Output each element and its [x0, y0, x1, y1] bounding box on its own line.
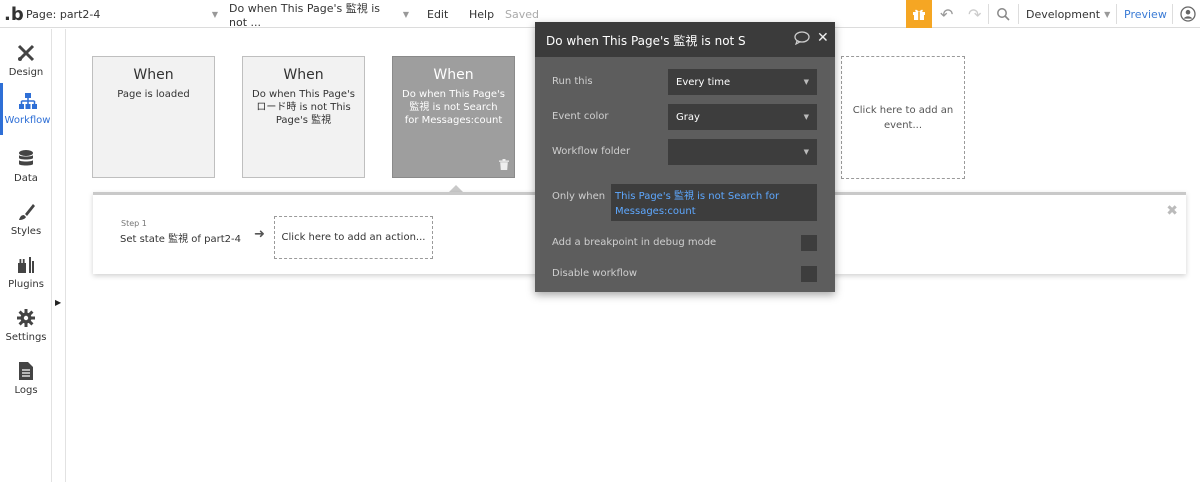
add-event-button[interactable]: Click here to add an event... — [841, 56, 965, 179]
step-title[interactable]: Set state 監視 of part2-4 — [120, 230, 241, 245]
event-when-label: When — [133, 67, 174, 83]
run-this-dropdown[interactable]: Every time ▼ — [668, 69, 817, 95]
event-when-label: When — [283, 67, 324, 83]
sidebar-item-label: Workflow — [4, 115, 51, 126]
divider — [1172, 4, 1173, 24]
property-editor-title: Do when This Page's 監視 is not Search for… — [546, 34, 746, 48]
chevron-down-icon: ▼ — [803, 113, 809, 121]
chevron-down-icon: ▼ — [1104, 9, 1111, 19]
sidebar-item-settings[interactable]: Settings — [0, 300, 52, 352]
add-action-button[interactable]: Click here to add an action... — [274, 216, 433, 259]
sidebar-item-label: Data — [14, 173, 38, 184]
bubble-logo[interactable]: .b — [4, 0, 24, 28]
arrow-right-icon: ➜ — [254, 227, 265, 242]
sidebar: Design Workflow Data Styles Plugins Sett… — [0, 29, 52, 482]
sidebar-item-design[interactable]: Design — [0, 35, 52, 87]
gear-icon — [0, 308, 52, 332]
workflow-folder-label: Workflow folder — [552, 146, 631, 157]
sidebar-item-label: Logs — [14, 385, 38, 396]
event-color-label: Event color — [552, 111, 609, 122]
divider — [1018, 4, 1019, 24]
sidebar-item-logs[interactable]: Logs — [0, 353, 52, 405]
sidebar-item-label: Settings — [5, 332, 47, 343]
menu-edit[interactable]: Edit — [427, 0, 448, 28]
sidebar-item-plugins[interactable]: Plugins — [0, 247, 52, 299]
save-status: Saved — [505, 7, 539, 21]
sidebar-item-label: Design — [8, 67, 44, 78]
chevron-down-icon: ▼ — [211, 9, 218, 19]
comment-icon[interactable] — [794, 31, 810, 49]
redo-icon[interactable]: ↷ — [968, 0, 981, 28]
only-when-label: Only when — [552, 191, 606, 202]
property-editor-header[interactable]: Do when This Page's 監視 is not Search for… — [535, 22, 835, 57]
undo-icon[interactable]: ↶ — [940, 0, 953, 28]
workflow-folder-dropdown[interactable]: ▼ — [668, 139, 817, 165]
trash-icon[interactable] — [499, 159, 509, 173]
workflow-selector-label: Do when This Page's 監視 is not ... — [229, 1, 381, 29]
run-this-label: Run this — [552, 76, 593, 87]
event-color-dropdown[interactable]: Gray ▼ — [668, 104, 817, 130]
database-icon — [0, 149, 52, 173]
page-selector[interactable]: Page: part2-4 ▼ — [26, 0, 218, 28]
disable-workflow-checkbox[interactable] — [801, 266, 817, 282]
close-icon[interactable]: ✕ — [817, 30, 829, 46]
brush-icon — [0, 202, 52, 226]
workflow-selector[interactable]: Do when This Page's 監視 is not ... ▼ — [229, 0, 409, 29]
step-number: Step 1 — [121, 219, 147, 228]
expand-arrow-icon[interactable]: ▶ — [55, 298, 61, 307]
event-card[interactable]: When Page is loaded — [92, 56, 215, 178]
gift-icon[interactable] — [906, 0, 932, 28]
event-card[interactable]: When Do when This Page's ロード時 is not Thi… — [242, 56, 365, 178]
sidebar-item-styles[interactable]: Styles — [0, 194, 52, 246]
workflow-icon — [3, 91, 52, 115]
breakpoint-label: Add a breakpoint in debug mode — [552, 237, 717, 248]
document-icon — [0, 361, 52, 385]
event-description: Do when This Page's ロード時 is not This Pag… — [252, 89, 355, 126]
selection-pointer — [449, 185, 463, 192]
design-icon — [0, 43, 52, 67]
event-when-label: When — [433, 67, 474, 83]
run-this-value: Every time — [676, 76, 731, 88]
event-color-value: Gray — [676, 111, 700, 123]
event-description: Do when This Page's 監視 is not Search for… — [402, 89, 505, 126]
menu-help[interactable]: Help — [469, 0, 494, 28]
environment-label: Development — [1026, 7, 1101, 21]
divider — [1116, 4, 1117, 24]
environment-selector[interactable]: Development ▼ — [1026, 0, 1110, 28]
sidebar-item-workflow[interactable]: Workflow — [0, 83, 52, 135]
disable-workflow-label: Disable workflow — [552, 268, 638, 279]
breakpoint-checkbox[interactable] — [801, 235, 817, 251]
divider — [988, 4, 989, 24]
chevron-down-icon: ▼ — [402, 9, 409, 19]
canvas-border — [65, 29, 66, 482]
user-icon[interactable] — [1180, 0, 1196, 28]
sidebar-item-label: Plugins — [8, 279, 44, 290]
sidebar-item-label: Styles — [10, 226, 42, 237]
event-description: Page is loaded — [117, 89, 190, 100]
close-icon[interactable]: ✖ — [1166, 203, 1178, 219]
chevron-down-icon: ▼ — [803, 148, 809, 156]
only-when-expression[interactable]: This Page's 監視 is not Search for Message… — [611, 184, 817, 221]
plugin-icon — [0, 255, 52, 279]
chevron-down-icon: ▼ — [803, 78, 809, 86]
property-editor: Do when This Page's 監視 is not Search for… — [535, 22, 835, 292]
page-selector-label: Page: part2-4 — [26, 7, 101, 21]
search-icon[interactable] — [996, 0, 1010, 28]
preview-button[interactable]: Preview — [1124, 0, 1167, 28]
sidebar-item-data[interactable]: Data — [0, 141, 52, 193]
event-card-selected[interactable]: When Do when This Page's 監視 is not Searc… — [392, 56, 515, 178]
